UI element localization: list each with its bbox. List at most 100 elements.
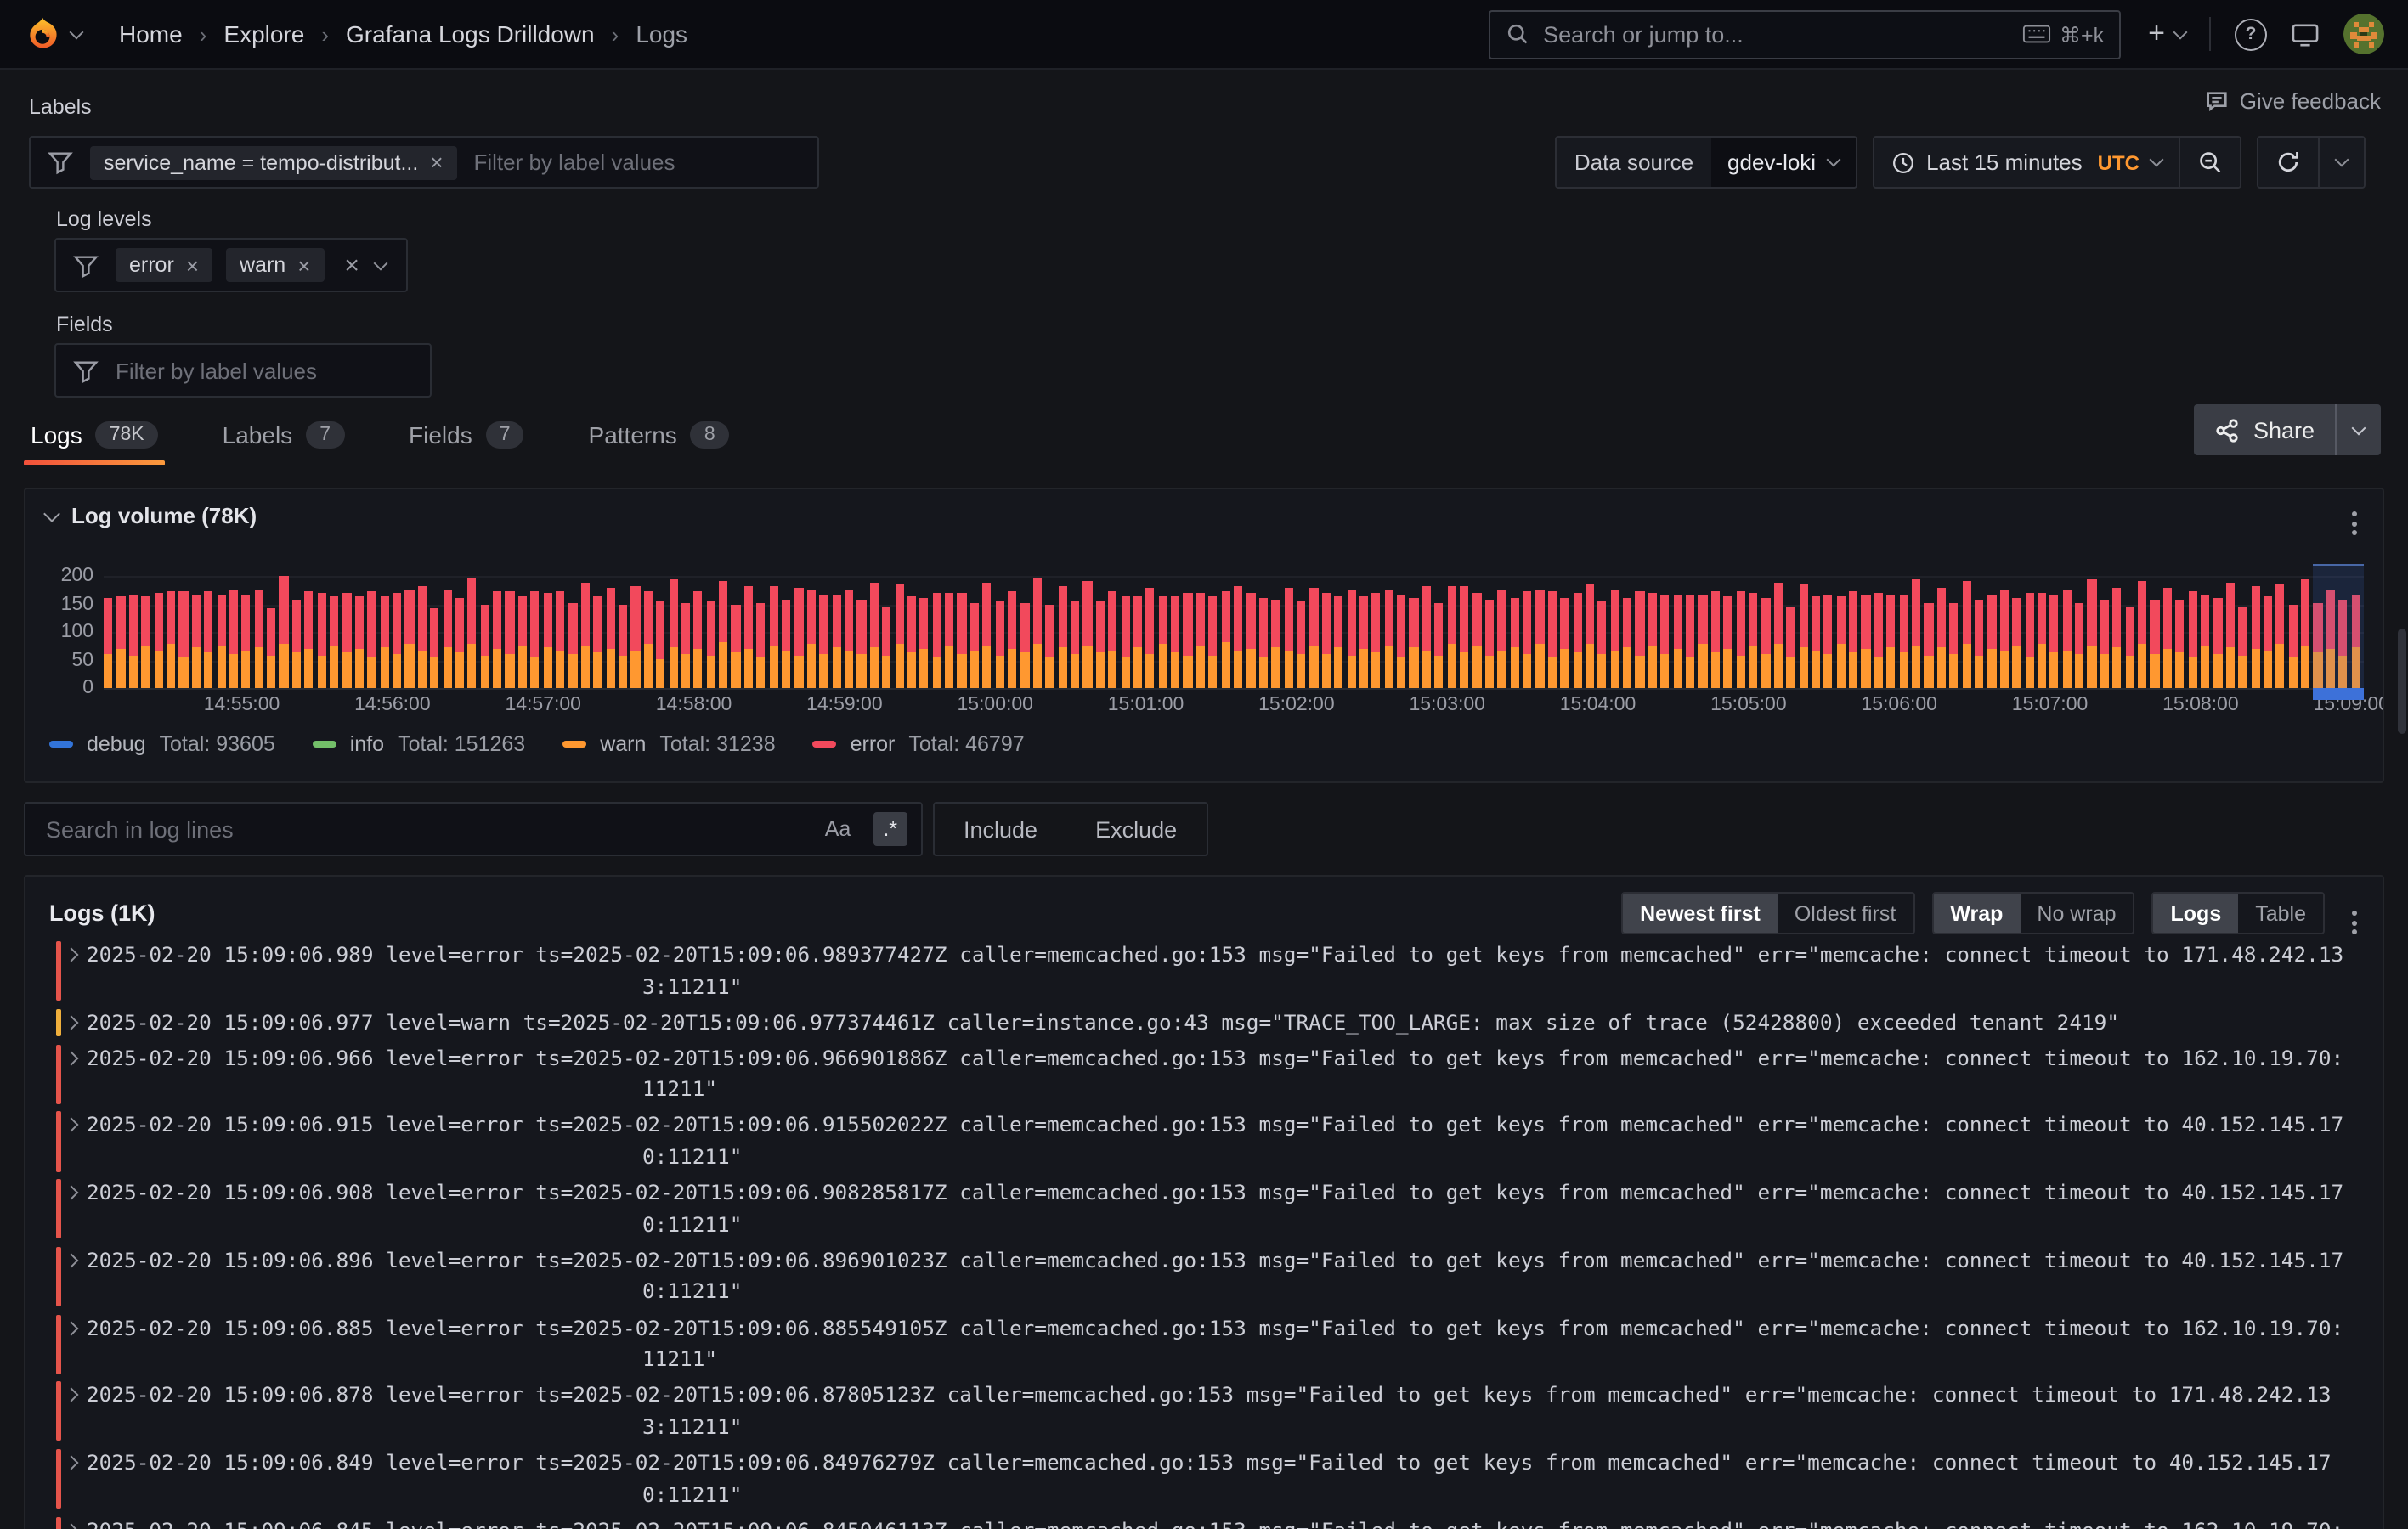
legend-item-error[interactable]: errorTotal: 46797 (813, 732, 1025, 756)
log-volume-bar[interactable] (330, 595, 338, 688)
clear-levels-icon[interactable]: × (344, 251, 359, 279)
log-row[interactable]: 2025-02-20 15:09:06.915 level=error ts=2… (49, 1110, 2372, 1173)
log-volume-bar[interactable] (907, 595, 916, 688)
log-volume-bar[interactable] (455, 598, 464, 688)
fields-filter-input[interactable]: Filter by label values (116, 358, 317, 383)
log-volume-bar[interactable] (694, 591, 703, 688)
scrollbar[interactable] (2398, 629, 2406, 734)
log-volume-bar[interactable] (1297, 601, 1305, 688)
log-volume-bar[interactable] (568, 602, 577, 688)
log-volume-bar[interactable] (317, 592, 325, 688)
log-volume-bar[interactable] (706, 601, 715, 688)
log-volume-bar[interactable] (292, 599, 301, 688)
tab-labels[interactable]: Labels7 (219, 415, 348, 471)
log-volume-bar[interactable] (480, 604, 489, 688)
legend-item-info[interactable]: infoTotal: 151263 (313, 732, 525, 756)
log-volume-bar[interactable] (719, 581, 727, 688)
log-volume-bar[interactable] (631, 587, 640, 688)
log-volume-bar[interactable] (1020, 602, 1029, 688)
remove-chip-icon[interactable]: × (297, 254, 310, 276)
expand-row-icon[interactable] (65, 1455, 79, 1470)
new-menu-button[interactable]: + (2148, 17, 2185, 51)
log-volume-bar[interactable] (819, 595, 828, 688)
log-volume-bar[interactable] (1472, 592, 1481, 688)
log-volume-bar[interactable] (1874, 592, 1883, 688)
log-volume-bar[interactable] (1384, 590, 1393, 689)
log-volume-bar[interactable] (2163, 588, 2172, 688)
log-volume-bar[interactable] (242, 595, 251, 688)
log-volume-bar[interactable] (280, 577, 288, 688)
datasource-picker[interactable]: Data source gdev-loki (1556, 136, 1857, 189)
breadcrumb-item[interactable]: Logs (636, 20, 687, 48)
log-row[interactable]: 2025-02-20 15:09:06.849 level=error ts=2… (49, 1447, 2372, 1510)
log-volume-bar[interactable] (2264, 596, 2272, 688)
expand-row-icon[interactable] (65, 1253, 79, 1267)
log-volume-bar[interactable] (869, 584, 878, 688)
log-volume-bar[interactable] (2201, 595, 2209, 688)
wrap-no-wrap[interactable]: No wrap (2020, 894, 2133, 933)
breadcrumb-item[interactable]: Explore (223, 20, 304, 48)
log-volume-bar[interactable] (2012, 597, 2021, 688)
log-volume-bar[interactable] (1259, 598, 1268, 688)
log-volume-bar[interactable] (543, 593, 551, 688)
log-volume-bar[interactable] (2301, 580, 2309, 688)
log-volume-bar[interactable] (1184, 593, 1192, 688)
tab-logs[interactable]: Logs78K (27, 415, 161, 471)
log-volume-bar[interactable] (2138, 580, 2146, 688)
avatar[interactable] (2343, 14, 2384, 54)
remove-chip-icon[interactable]: × (430, 151, 443, 173)
log-volume-bar[interactable] (1033, 578, 1042, 688)
log-volume-bar[interactable] (958, 592, 966, 688)
log-volume-bar[interactable] (1975, 600, 1983, 688)
line-filter-input[interactable]: Search in log lines Aa .* (24, 802, 923, 856)
log-volume-bar[interactable] (1949, 603, 1958, 688)
time-selection-overlay[interactable] (2314, 564, 2364, 700)
log-volume-bar[interactable] (1648, 593, 1657, 688)
log-volume-bar[interactable] (506, 591, 514, 688)
log-volume-bar[interactable] (1598, 601, 1607, 688)
sort-oldest-first[interactable]: Oldest first (1778, 894, 1913, 933)
log-volume-bar[interactable] (191, 594, 200, 688)
log-volume-bar[interactable] (2038, 592, 2046, 688)
log-volume-bar[interactable] (1397, 595, 1405, 688)
log-level-chip[interactable]: error× (116, 248, 212, 282)
log-volume-bar[interactable] (430, 609, 438, 688)
log-volume-bar[interactable] (970, 602, 979, 688)
log-volume-bar[interactable] (1749, 593, 1757, 688)
log-volume-bar[interactable] (1723, 596, 1732, 688)
breadcrumb-item[interactable]: Grafana Logs Drilldown (346, 20, 595, 48)
expand-row-icon[interactable] (65, 1015, 79, 1030)
log-volume-bar[interactable] (1535, 589, 1544, 688)
log-volume-bar[interactable] (1083, 580, 1092, 688)
log-volume-bar[interactable] (1824, 595, 1833, 688)
log-volume-bar[interactable] (1937, 588, 1946, 688)
time-range-picker[interactable]: Last 15 minutes UTC (1874, 138, 2179, 187)
log-volume-bar[interactable] (1812, 596, 1820, 688)
log-volume-bar[interactable] (1485, 600, 1494, 688)
log-volume-bar[interactable] (1221, 591, 1229, 688)
log-volume-bar[interactable] (1284, 587, 1292, 688)
expand-row-icon[interactable] (65, 1118, 79, 1132)
share-dropdown[interactable] (2335, 404, 2381, 455)
log-volume-bar[interactable] (1434, 603, 1443, 688)
sort-newest-first[interactable]: Newest first (1623, 894, 1778, 933)
log-volume-bar[interactable] (1497, 590, 1506, 689)
log-level-chip[interactable]: warn× (226, 248, 324, 282)
log-volume-bar[interactable] (807, 589, 816, 688)
expand-row-icon[interactable] (65, 1523, 79, 1529)
log-volume-bar[interactable] (656, 601, 664, 688)
help-button[interactable]: ? (2235, 18, 2267, 50)
log-volume-bar[interactable] (1623, 597, 1631, 688)
log-volume-bar[interactable] (1699, 595, 1707, 688)
log-volume-bar[interactable] (1849, 591, 1857, 688)
log-volume-bar[interactable] (1736, 590, 1744, 688)
log-row[interactable]: 2025-02-20 15:09:06.896 level=error ts=2… (49, 1245, 2372, 1308)
log-volume-bar[interactable] (1987, 595, 1996, 688)
log-row[interactable]: 2025-02-20 15:09:06.845 level=error ts=2… (49, 1515, 2372, 1529)
log-volume-bar[interactable] (1410, 598, 1418, 688)
log-volume-bar[interactable] (1836, 596, 1845, 688)
log-volume-bar[interactable] (1799, 584, 1807, 688)
log-volume-bar[interactable] (2225, 583, 2234, 688)
log-volume-bar[interactable] (581, 582, 590, 688)
exclude-button[interactable]: Exclude (1066, 816, 1206, 842)
